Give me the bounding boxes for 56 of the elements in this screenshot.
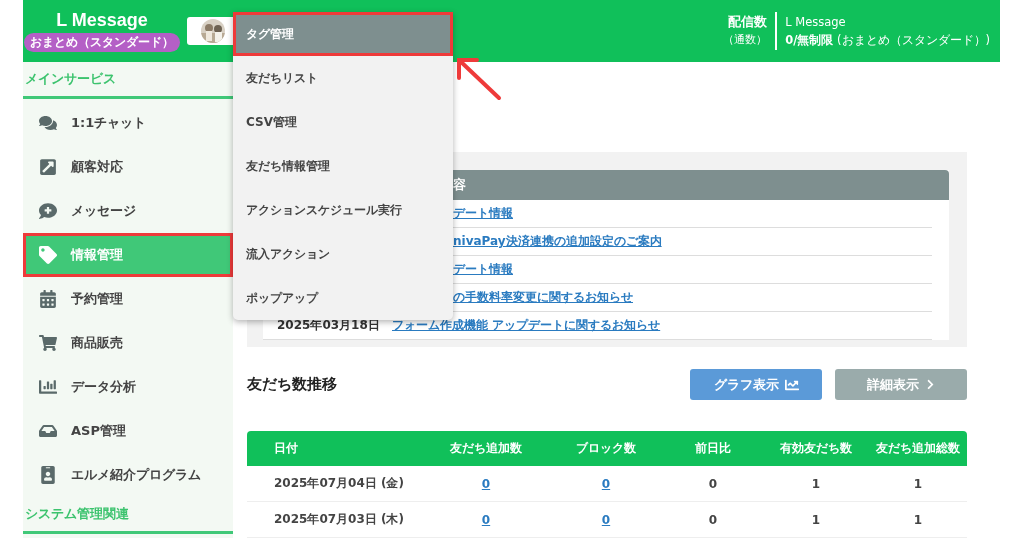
column-header: 有効友だち数 <box>779 440 853 457</box>
table-cell-text: 1 <box>810 512 822 527</box>
news-link[interactable]: フォーム作成機能 アップデートに関するお知らせ <box>392 317 661 334</box>
table-cell-text: 0 <box>707 512 719 527</box>
sidebar-item[interactable]: 1:1チャット <box>23 101 233 145</box>
sidebar-item[interactable]: データ分析 <box>23 365 233 409</box>
menu-item[interactable]: 友だち情報管理 <box>233 144 453 188</box>
news-link[interactable]: デート情報 <box>453 261 513 278</box>
column-header: 日付 <box>273 440 299 457</box>
sidebar-item[interactable]: ASP管理 <box>23 409 233 453</box>
column-header: 友だち追加数 <box>449 440 523 457</box>
cart-icon <box>39 334 57 352</box>
section-title: 友だち数推移 <box>247 375 337 394</box>
chat-bubbles-icon <box>39 114 57 132</box>
column-header: 前日比 <box>694 440 732 457</box>
tag-icon <box>39 246 57 264</box>
delivery-label: 配信数 <box>728 13 768 31</box>
menu-item[interactable]: CSV管理 <box>233 100 453 144</box>
cell-link[interactable]: 0 <box>547 476 665 491</box>
sidebar-item[interactable]: メッセージ <box>23 189 233 233</box>
news-link[interactable]: の手数料率変更に関するお知らせ <box>453 289 633 306</box>
sidebar-item[interactable]: 顧客対応 <box>23 145 233 189</box>
plan-badge: おまとめ（スタンダード） <box>24 33 180 52</box>
table-cell-text: 2025年07月04日 (金) <box>273 475 405 492</box>
table-cell-text: 2025年07月03日 (木) <box>273 511 405 528</box>
table-cell-text: 1 <box>912 476 924 491</box>
cell-link[interactable]: 0 <box>425 512 547 527</box>
bar-chart-icon <box>39 378 57 396</box>
table-cell-text: 1 <box>912 512 924 527</box>
menu-item[interactable]: 友だちリスト <box>233 56 453 100</box>
chart-icon <box>784 377 799 392</box>
delivery-count: 0/無制限 (おまとめ（スタンダード）) <box>785 32 990 49</box>
sidebar-item[interactable]: エルメ紹介プログラム <box>23 453 233 497</box>
sidebar-item[interactable]: 予約管理 <box>23 277 233 321</box>
calendar-icon <box>39 290 57 308</box>
cell-link[interactable]: 0 <box>425 476 547 491</box>
column-header: 容 <box>453 176 466 194</box>
delivery-unit: （通数） <box>723 32 768 48</box>
menu-item[interactable]: アクションスケジュール実行 <box>233 188 453 232</box>
menu-item[interactable]: 流入アクション <box>233 232 453 276</box>
cell-link[interactable]: 0 <box>547 512 665 527</box>
logo: L Message <box>56 10 148 31</box>
menu-item[interactable]: ポップアップ <box>233 276 453 320</box>
column-header: ブロック数 <box>575 440 637 457</box>
table-cell-text: 1 <box>810 476 822 491</box>
tray-icon <box>39 422 57 440</box>
news-date: 2025年03月18日 <box>277 318 380 332</box>
news-link[interactable]: デート情報 <box>453 205 513 222</box>
news-link[interactable]: nivaPay決済連携の追加設定のご案内 <box>453 233 662 250</box>
column-header: 友だち追加総数 <box>875 440 961 457</box>
account-name: L Message <box>785 14 847 31</box>
table-cell-text: 0 <box>707 476 719 491</box>
annotation-arrow <box>457 58 501 100</box>
id-badge-icon <box>39 466 57 484</box>
sidebar-item[interactable]: 商品販売 <box>23 321 233 365</box>
sidebar-section-title: システム管理関連 <box>23 497 233 534</box>
